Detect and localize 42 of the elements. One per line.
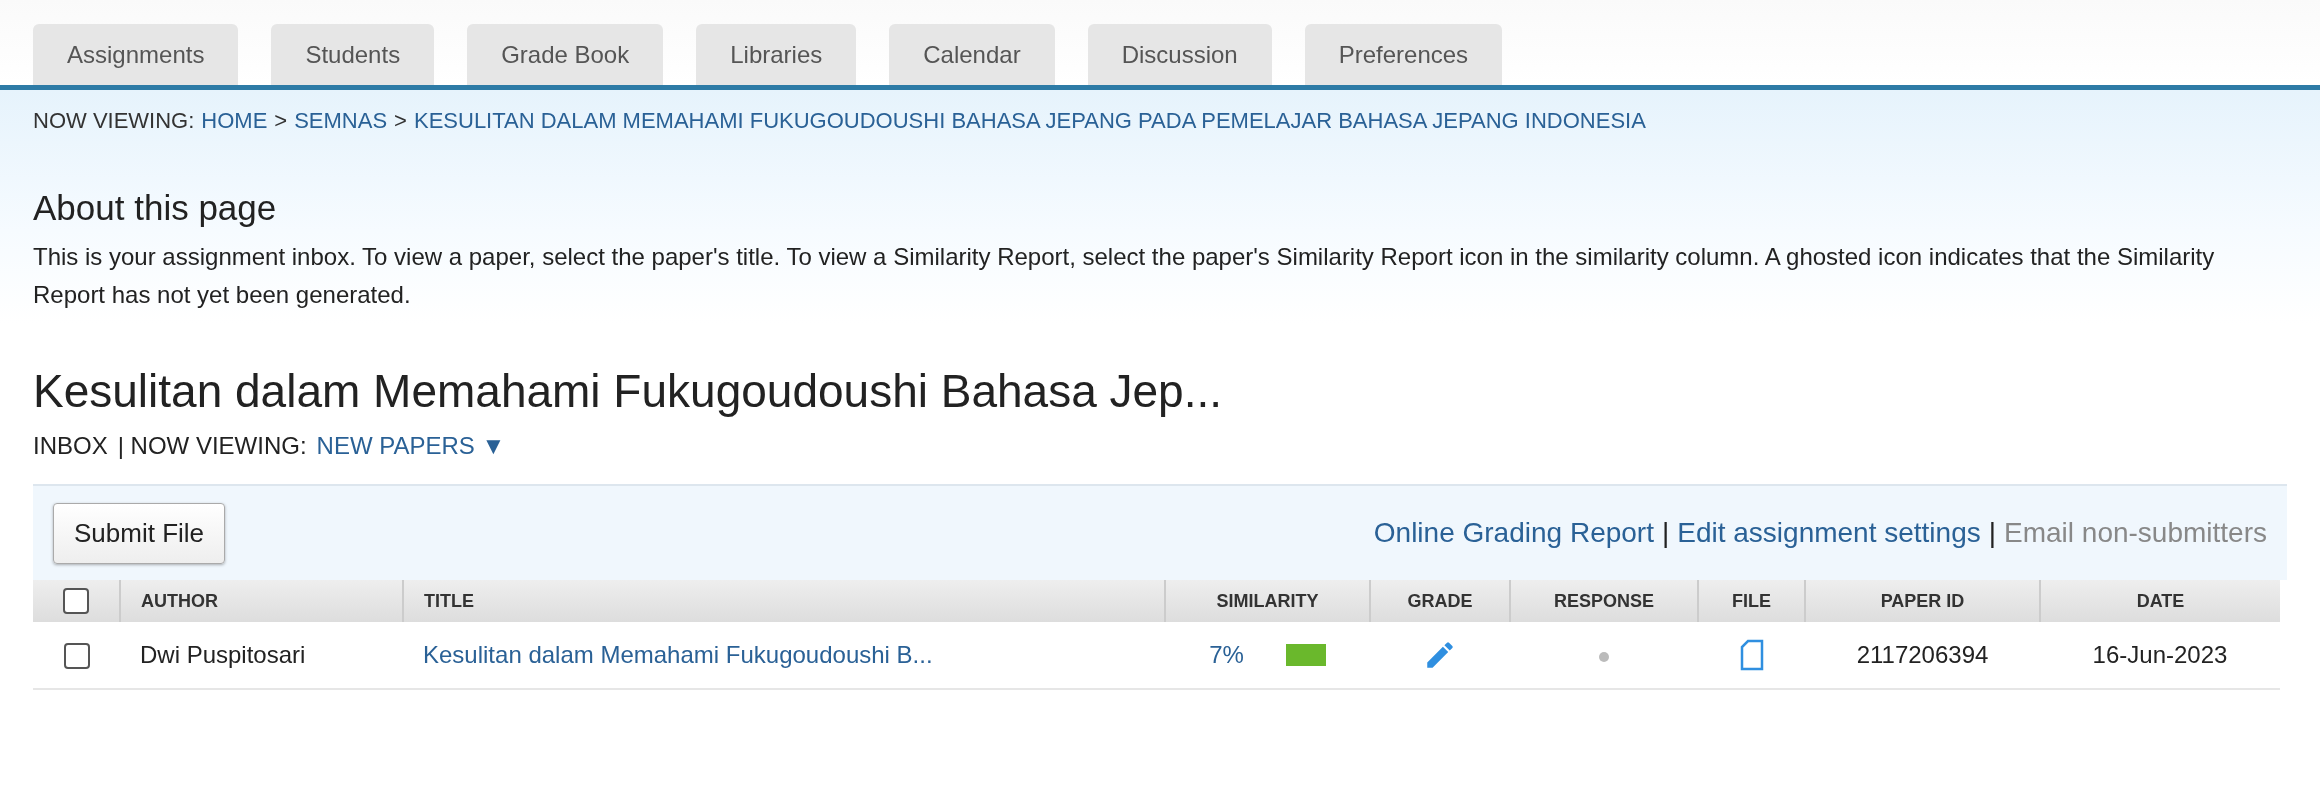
response-dot-icon (1599, 651, 1609, 662)
assignment-title: Kesulitan dalam Memahami Fukugoudoushi Bahasa Jep... (33, 364, 1223, 418)
inbox-label: INBOX (33, 432, 108, 460)
toolbar-link[interactable]: Edit assignment settings (1677, 517, 1981, 549)
paper-id-cell: 2117206394 (1805, 622, 2040, 689)
author-cell: Dwi Puspitosari (120, 622, 403, 689)
column-header: GRADE (1370, 580, 1510, 622)
similarity-link[interactable]: 7% (1209, 641, 1244, 669)
column-header: FILE (1698, 580, 1805, 622)
nav-tab[interactable]: Preferences (1304, 24, 1503, 85)
row-checkbox[interactable] (63, 643, 90, 670)
now-viewing-label: | NOW VIEWING: (117, 432, 307, 460)
filter-dropdown[interactable]: NEW PAPERS ▼ (316, 432, 506, 460)
submit-file-button[interactable]: Submit File (53, 502, 226, 564)
toolbar-link[interactable]: Online Grading Report (1373, 517, 1654, 549)
similarity-bar[interactable] (1285, 644, 1326, 666)
nav-tab[interactable]: Grade Book (467, 24, 664, 85)
paper-title-link[interactable]: Kesulitan dalam Memahami Fukugoudoushi B... (423, 641, 933, 668)
breadcrumb-link[interactable]: KESULITAN DALAM MEMAHAMI FUKUGOUDOUSHI BAHASA JEPANG PADA PEMELAJAR BAHASA JEPANG INDONESIA (413, 108, 1646, 134)
breadcrumb-link[interactable]: HOME (201, 108, 268, 134)
nav-tab[interactable]: Students (271, 24, 435, 85)
breadcrumb-link[interactable]: SEMNAS (294, 108, 388, 134)
select-all-checkbox[interactable] (63, 588, 89, 614)
link-separator: | (1661, 517, 1670, 549)
breadcrumb-separator: > (394, 108, 407, 134)
about-text: This is your assignment inbox. To view a paper, select the paper's title. To view a Similarity Report, select the paper's Similarity Report icon in the similarity column. A ghosted icon indicates that the Similarity Report has not yet been generated. (33, 242, 2216, 310)
column-header: PAPER ID (1805, 580, 2040, 622)
nav-tab[interactable]: Discussion (1087, 24, 1272, 85)
link-separator: | (1988, 517, 1996, 549)
nav-tab[interactable]: Assignments (33, 24, 239, 85)
column-header: DATE (2040, 580, 2280, 622)
column-header: TITLE (403, 580, 1165, 622)
column-header: SIMILARITY (1165, 580, 1370, 622)
nav-tab[interactable]: Calendar (889, 24, 1055, 85)
file-icon[interactable] (1739, 639, 1764, 671)
column-header: RESPONSE (1510, 580, 1698, 622)
breadcrumb-separator: > (274, 108, 288, 134)
date-cell: 16-Jun-2023 (2040, 622, 2280, 689)
column-header: AUTHOR (120, 580, 403, 622)
breadcrumb-label: NOW VIEWING: (33, 108, 195, 134)
about-heading: About this page (33, 188, 278, 228)
nav-tab[interactable]: Libraries (696, 24, 857, 85)
